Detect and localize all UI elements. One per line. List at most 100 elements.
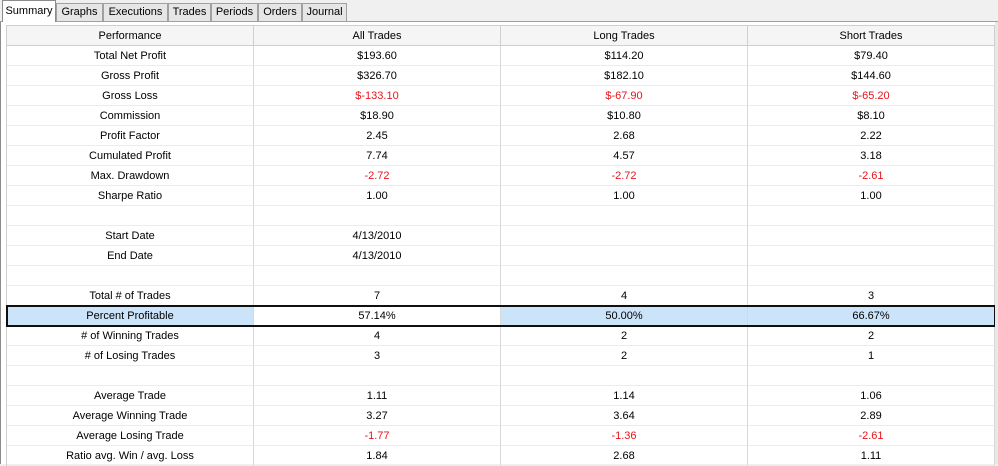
long-trades-cell: 50.00% (501, 306, 748, 326)
table-row[interactable]: Percent Profitable 57.14% 50.00% 66.67% (6, 305, 996, 327)
short-trades-cell (748, 266, 995, 286)
all-trades-cell: 1.11 (254, 386, 501, 406)
all-trades-cell (254, 206, 501, 226)
short-trades-cell: 1.00 (748, 186, 995, 206)
long-trades-cell: 2.68 (501, 446, 748, 466)
tab-trades[interactable]: Trades (168, 3, 211, 21)
row-label: Total Net Profit (7, 46, 254, 66)
row-label: Start Date (7, 226, 254, 246)
all-trades-cell: $-133.10 (254, 86, 501, 106)
table-row[interactable]: Total Net Profit $193.60 $114.20 $79.40 (7, 46, 995, 66)
table-row[interactable] (7, 266, 995, 286)
all-trades-cell (254, 266, 501, 286)
short-trades-cell: 2.22 (748, 126, 995, 146)
long-trades-cell: 1.14 (501, 386, 748, 406)
short-trades-cell: 2.89 (748, 406, 995, 426)
row-label: Average Trade (7, 386, 254, 406)
row-label (7, 206, 254, 226)
table-row[interactable]: Average Trade 1.11 1.14 1.06 (7, 386, 995, 406)
all-trades-cell: 4/13/2010 (254, 246, 501, 266)
short-trades-cell: 3.18 (748, 146, 995, 166)
long-trades-cell (501, 206, 748, 226)
short-trades-cell: 2 (748, 326, 995, 346)
short-trades-cell: -2.61 (748, 426, 995, 446)
row-label: Average Losing Trade (7, 426, 254, 446)
all-trades-cell: -1.77 (254, 426, 501, 446)
row-label: Cumulated Profit (7, 146, 254, 166)
short-trades-cell: 3 (748, 286, 995, 306)
short-trades-cell: $79.40 (748, 46, 995, 66)
row-label: Profit Factor (7, 126, 254, 146)
table-row[interactable]: Gross Loss $-133.10 $-67.90 $-65.20 (7, 86, 995, 106)
all-trades-cell: $18.90 (254, 106, 501, 126)
all-trades-cell: 7 (254, 286, 501, 306)
tab-journal[interactable]: Journal (302, 3, 347, 21)
table-row[interactable]: Commission $18.90 $10.80 $8.10 (7, 106, 995, 126)
row-label: Max. Drawdown (7, 166, 254, 186)
row-label: Commission (7, 106, 254, 126)
short-trades-cell: 1 (748, 346, 995, 366)
long-trades-cell: 2.68 (501, 126, 748, 146)
all-trades-cell: 4 (254, 326, 501, 346)
column-header-long-trades[interactable]: Long Trades (501, 26, 748, 46)
table-row[interactable]: Total # of Trades 7 4 3 (7, 286, 995, 306)
long-trades-cell (501, 226, 748, 246)
long-trades-cell (501, 246, 748, 266)
table-row[interactable]: Average Losing Trade -1.77 -1.36 -2.61 (7, 426, 995, 446)
row-label: Sharpe Ratio (7, 186, 254, 206)
row-label (7, 366, 254, 386)
long-trades-cell (501, 266, 748, 286)
short-trades-cell (748, 246, 995, 266)
table-row[interactable]: Average Winning Trade 3.27 3.64 2.89 (7, 406, 995, 426)
table-row[interactable] (7, 366, 995, 386)
all-trades-cell: 7.74 (254, 146, 501, 166)
long-trades-cell: $114.20 (501, 46, 748, 66)
table-row[interactable]: Gross Profit $326.70 $182.10 $144.60 (7, 66, 995, 86)
all-trades-cell (254, 366, 501, 386)
short-trades-cell (748, 226, 995, 246)
grid-header: Performance All Trades Long Trades Short… (7, 26, 995, 46)
tab-executions[interactable]: Executions (103, 3, 168, 21)
short-trades-cell (748, 366, 995, 386)
column-header-all-trades[interactable]: All Trades (254, 26, 501, 46)
row-label: Average Winning Trade (7, 406, 254, 426)
row-label: # of Losing Trades (7, 346, 254, 366)
all-trades-cell: 2.45 (254, 126, 501, 146)
tab-graphs[interactable]: Graphs (56, 3, 103, 21)
all-trades-cell: 1.00 (254, 186, 501, 206)
table-row[interactable]: Max. Drawdown -2.72 -2.72 -2.61 (7, 166, 995, 186)
table-row[interactable]: # of Winning Trades 4 2 2 (7, 326, 995, 346)
short-trades-cell: 1.11 (748, 446, 995, 466)
long-trades-cell: $10.80 (501, 106, 748, 126)
all-trades-cell: 3 (254, 346, 501, 366)
all-trades-cell: $193.60 (254, 46, 501, 66)
all-trades-cell: 1.84 (254, 446, 501, 466)
short-trades-cell (748, 206, 995, 226)
all-trades-cell: 4/13/2010 (254, 226, 501, 246)
column-header-performance[interactable]: Performance (7, 26, 254, 46)
tab-periods[interactable]: Periods (211, 3, 258, 21)
long-trades-cell: -1.36 (501, 426, 748, 446)
tab-bar: Summary Graphs Executions Trades Periods… (0, 0, 998, 22)
row-label: Total # of Trades (7, 286, 254, 306)
table-row[interactable] (7, 206, 995, 226)
short-trades-cell: $-65.20 (748, 86, 995, 106)
table-row[interactable]: Profit Factor 2.45 2.68 2.22 (7, 126, 995, 146)
table-row[interactable]: # of Losing Trades 3 2 1 (7, 346, 995, 366)
tab-summary[interactable]: Summary (2, 0, 56, 22)
performance-grid: Performance All Trades Long Trades Short… (6, 25, 996, 466)
column-header-short-trades[interactable]: Short Trades (748, 26, 995, 46)
long-trades-cell: 2 (501, 346, 748, 366)
short-trades-cell: $8.10 (748, 106, 995, 126)
tab-orders[interactable]: Orders (258, 3, 302, 21)
all-trades-cell: $326.70 (254, 66, 501, 86)
table-row[interactable]: Cumulated Profit 7.74 4.57 3.18 (7, 146, 995, 166)
table-row[interactable]: Start Date 4/13/2010 (7, 226, 995, 246)
long-trades-cell: $-67.90 (501, 86, 748, 106)
long-trades-cell: 3.64 (501, 406, 748, 426)
table-row[interactable]: Sharpe Ratio 1.00 1.00 1.00 (7, 186, 995, 206)
short-trades-cell: 66.67% (748, 306, 995, 326)
table-row[interactable]: End Date 4/13/2010 (7, 246, 995, 266)
table-row[interactable]: Ratio avg. Win / avg. Loss 1.84 2.68 1.11 (7, 446, 995, 466)
short-trades-cell: 1.06 (748, 386, 995, 406)
